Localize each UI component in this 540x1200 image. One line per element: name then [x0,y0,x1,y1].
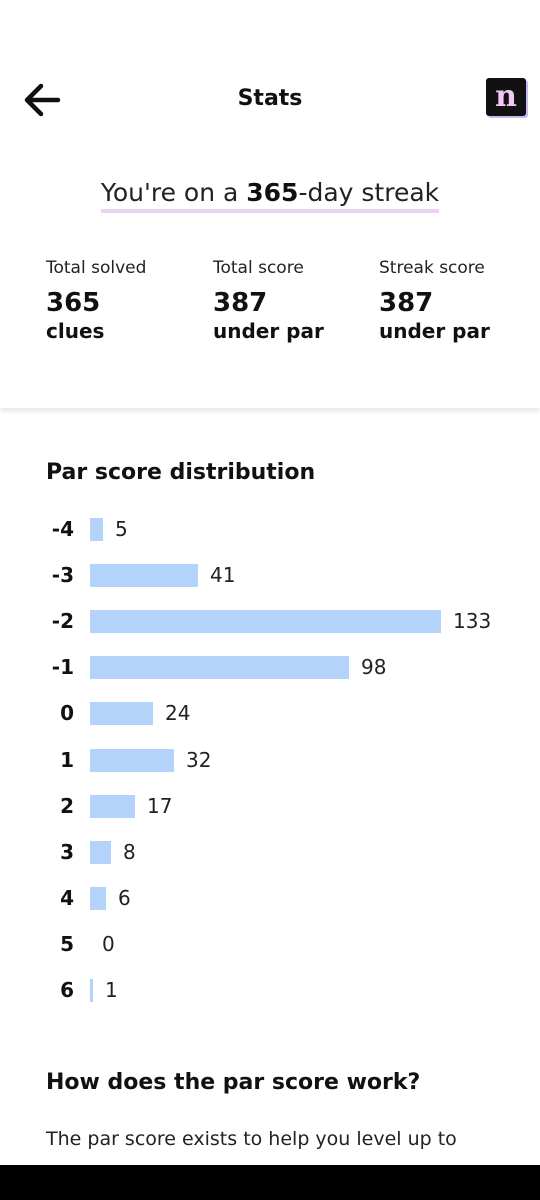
streak-prefix: You're on a [100,178,247,207]
bar-value-label: 24 [165,701,191,726]
chart-row: -3 41 [0,560,540,590]
stat-streak-score: Streak score 387 under par [379,258,540,344]
category-label: 1 [60,747,74,772]
streak-days: 365 [246,178,299,207]
chart-row: 61 [0,975,540,1005]
faq-title: How does the par score work? [46,1070,421,1095]
stat-label: Total score [213,258,304,278]
system-nav-bar [0,1165,540,1200]
bar-value-label: 17 [147,793,173,818]
chart-row: -2 133 [0,606,540,636]
chart-row: 0 24 [0,698,540,728]
bar-value-label: 1 [105,978,118,1002]
category-label: 2 [60,793,74,818]
stat-total-solved: Total solved 365 clues [46,258,216,344]
bar [90,656,349,680]
bar [90,748,174,772]
stat-value: 365 [46,288,101,318]
category-label: -4 [51,517,74,541]
bar-value-label: 8 [123,839,136,864]
stat-unit: under par [213,319,324,343]
category-label: 6 [60,978,74,1002]
stat-value: 387 [379,288,434,318]
faq-body: The par score exists to help you level u… [46,1128,457,1150]
stat-value: 387 [213,288,268,318]
bar-value-label: 32 [186,747,212,772]
bar-value-label: 98 [361,655,387,680]
stat-unit: clues [46,319,105,343]
bar [90,886,106,910]
stat-total-score: Total score 387 under par [213,258,383,344]
logo-letter: n [495,79,517,114]
stat-label: Streak score [379,258,485,278]
category-label: -2 [51,609,74,634]
chart-row: -1 98 [0,652,540,682]
category-label: 5 [60,931,74,956]
page-title: Stats [237,86,303,111]
stats-header: Stats n You're on a 365-day streak Total… [0,0,540,408]
category-label: 4 [60,885,74,910]
streak-banner: You're on a 365-day streak [0,178,540,213]
stat-unit: under par [379,319,490,343]
bar [90,518,103,541]
chart-row: 1 32 [0,745,540,775]
app-logo[interactable]: n [486,78,526,116]
bar-value-label: 5 [115,517,128,541]
streak-suffix: -day streak [298,178,440,207]
chart-title: Par score distribution [46,460,316,485]
bar [90,610,441,634]
chart-row: 46 [0,883,540,913]
bar [90,794,135,818]
category-label: 0 [60,701,74,726]
bar [90,564,198,588]
bar-value-label: 6 [118,885,131,910]
chart-row: 2 17 [0,791,540,821]
chart-row: 38 [0,837,540,867]
bar [90,979,93,1002]
bar [90,702,153,726]
bar [90,840,111,864]
bar-value-label: 133 [453,609,492,634]
stat-label: Total solved [46,258,147,278]
bar-value-label: 0 [102,931,115,956]
category-label: -3 [51,563,74,588]
chart-row: 50 [0,929,540,959]
chart-row: -4 5 [0,514,540,544]
bar-value-label: 41 [210,563,236,588]
category-label: -1 [51,655,74,680]
category-label: 3 [60,839,74,864]
